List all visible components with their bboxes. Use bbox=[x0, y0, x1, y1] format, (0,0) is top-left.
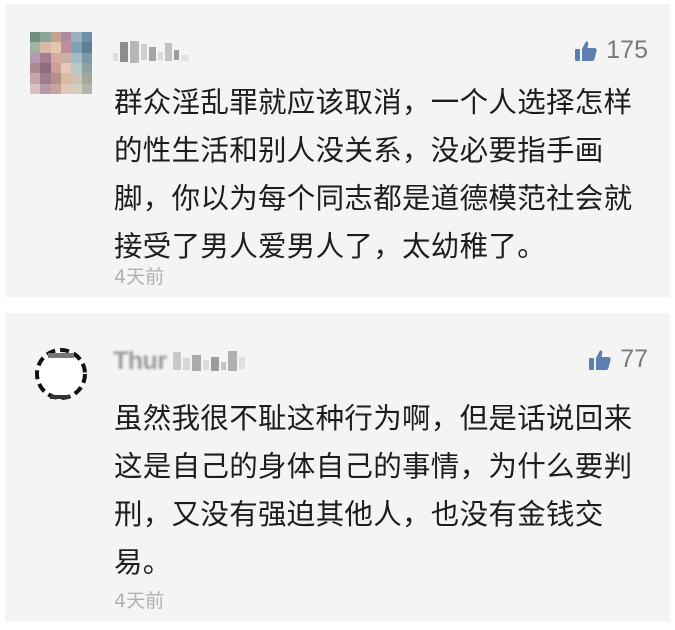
avatar[interactable] bbox=[30, 32, 92, 94]
comment-card: Thur 77 虽然我很不耻这种行为啊，但是话说回来这是自己的身体自己的事情，为… bbox=[5, 313, 670, 622]
comment-card: 175 群众淫乱罪就应该取消，一个人选择怎样的性生活和别人没关系，没必要指手画脚… bbox=[5, 4, 670, 297]
username-redacted[interactable]: Thur bbox=[113, 345, 245, 377]
avatar-image bbox=[30, 32, 92, 94]
thumbs-up-icon bbox=[588, 348, 612, 372]
comment-time: 4天前 bbox=[114, 266, 165, 288]
comment-text: 群众淫乱罪就应该取消，一个人选择怎样的性生活和别人没关系，没必要指手画脚，你以为… bbox=[114, 86, 633, 263]
username-redacted[interactable] bbox=[113, 36, 191, 68]
comment-time: 4天前 bbox=[114, 590, 165, 612]
avatar-image bbox=[35, 348, 87, 400]
like-count: 175 bbox=[606, 36, 648, 64]
like-button[interactable]: 77 bbox=[588, 345, 648, 374]
like-button[interactable]: 175 bbox=[574, 36, 648, 65]
thumbs-up-icon bbox=[574, 39, 598, 63]
comment-text: 虽然我很不耻这种行为啊，但是话说回来这是自己的身体自己的事情，为什么要判刑，又没… bbox=[114, 402, 633, 579]
username-text: Thur bbox=[113, 346, 167, 375]
like-count: 77 bbox=[620, 345, 648, 373]
avatar[interactable] bbox=[30, 341, 92, 403]
